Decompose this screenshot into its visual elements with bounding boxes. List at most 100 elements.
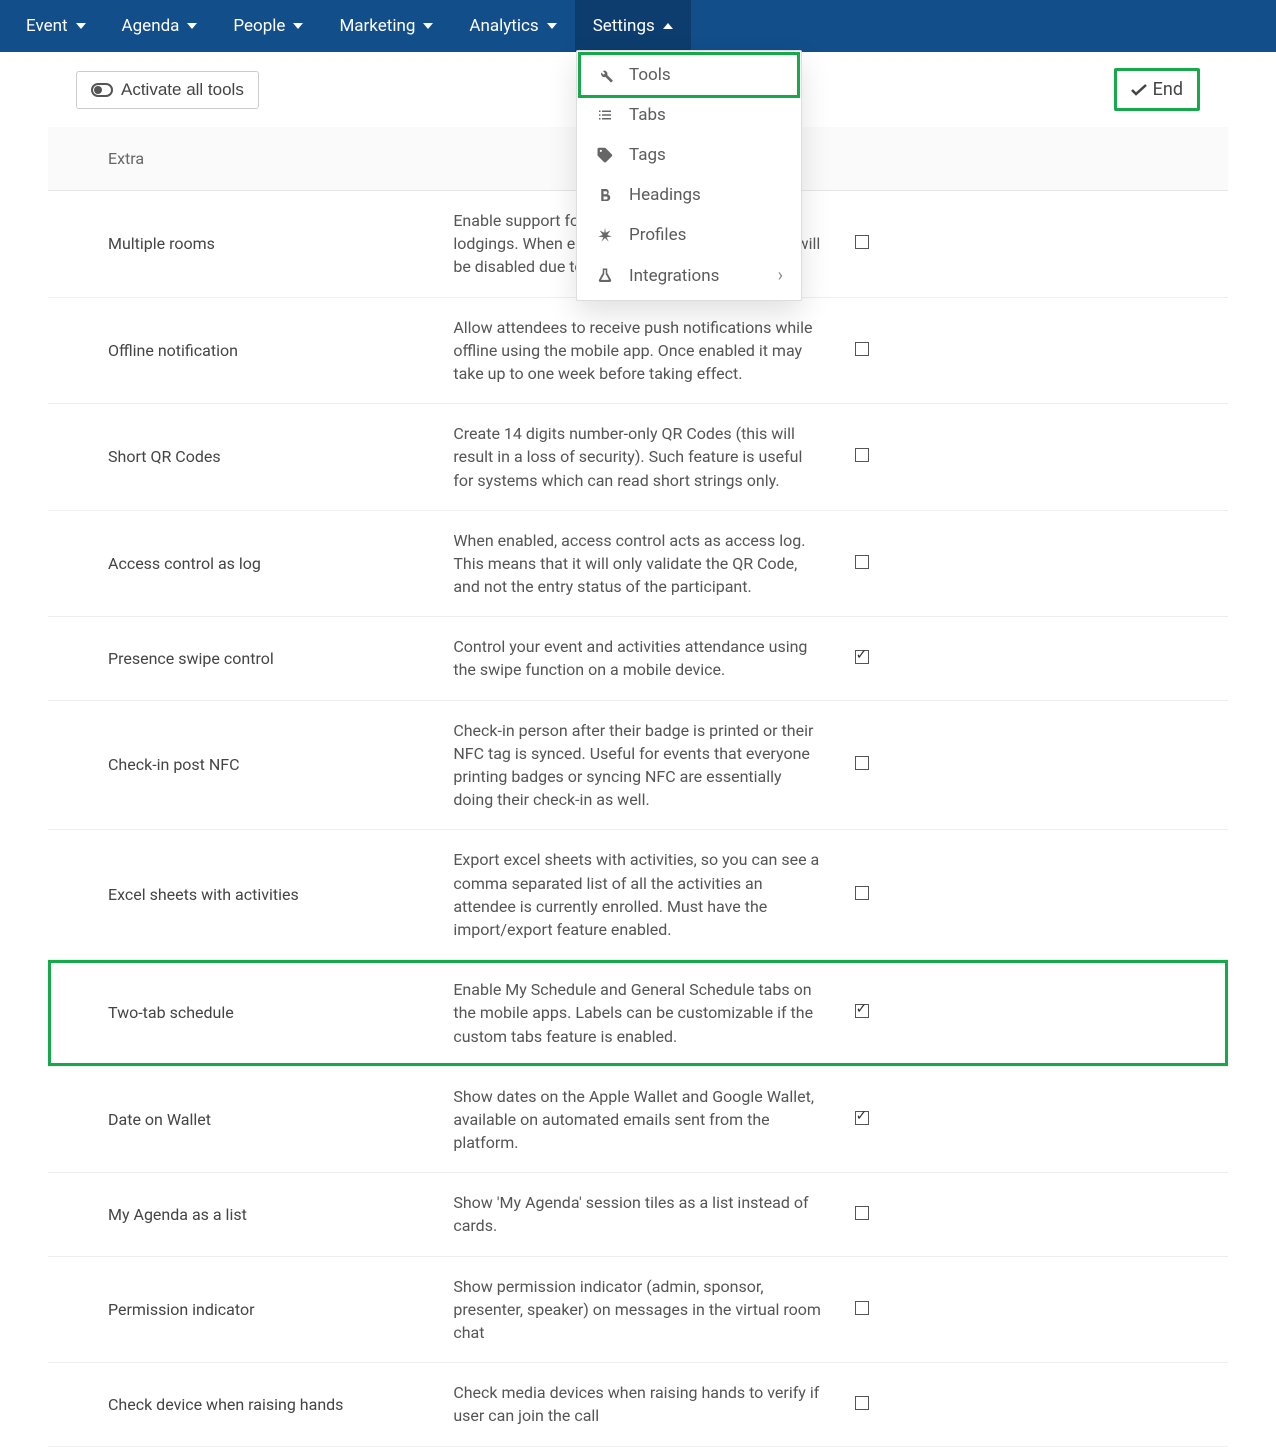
- checkbox[interactable]: [855, 448, 869, 462]
- table-row: Check-in post NFCCheck-in person after t…: [48, 700, 1228, 830]
- checkbox[interactable]: [855, 1206, 869, 1220]
- table-row: Date on WalletShow dates on the Apple Wa…: [48, 1066, 1228, 1173]
- feature-checkbox-cell: [835, 617, 1228, 700]
- feature-description: Check-in person after their badge is pri…: [441, 700, 834, 830]
- dropdown-item-label: Tools: [629, 65, 671, 85]
- chevron-down-icon: [423, 23, 433, 29]
- checkbox[interactable]: [855, 555, 869, 569]
- feature-checkbox-cell: [835, 700, 1228, 830]
- list-icon: [595, 106, 615, 124]
- nav-item-analytics[interactable]: Analytics: [451, 0, 574, 52]
- feature-checkbox-cell: [835, 297, 1228, 404]
- button-label: Activate all tools: [121, 80, 244, 100]
- activate-all-tools-button[interactable]: Activate all tools: [76, 71, 259, 109]
- dropdown-item-tags[interactable]: Tags: [581, 135, 797, 175]
- feature-description: Export excel sheets with activities, so …: [441, 830, 834, 960]
- table-row: Short QR CodesCreate 14 digits number-on…: [48, 404, 1228, 511]
- feature-name: Permission indicator: [48, 1256, 441, 1363]
- table-row: Permission indicatorShow permission indi…: [48, 1256, 1228, 1363]
- feature-checkbox-cell: [835, 1066, 1228, 1173]
- tag-icon: [595, 146, 615, 164]
- asterisk-icon: [595, 226, 615, 244]
- feature-name: Multiple rooms: [48, 191, 441, 298]
- feature-description: Check media devices when raising hands t…: [441, 1363, 834, 1446]
- feature-name: Presence swipe control: [48, 617, 441, 700]
- end-button[interactable]: End: [1119, 73, 1195, 106]
- end-button-highlight: End: [1114, 68, 1200, 111]
- dropdown-item-tools[interactable]: Tools: [581, 55, 797, 95]
- feature-checkbox-cell: [835, 1256, 1228, 1363]
- chevron-right-icon: ›: [778, 265, 783, 286]
- feature-name: Access control as log: [48, 510, 441, 617]
- feature-name: Date on Wallet: [48, 1066, 441, 1173]
- checkbox[interactable]: [855, 342, 869, 356]
- checkbox[interactable]: [855, 1396, 869, 1410]
- chevron-up-icon: [663, 23, 673, 29]
- checkbox[interactable]: [855, 886, 869, 900]
- toggle-icon: [91, 83, 113, 97]
- checkbox[interactable]: [855, 235, 869, 249]
- content-area: Activate all tools End Extra Multiple ro…: [0, 52, 1276, 1447]
- dropdown-item-label: Headings: [629, 185, 701, 205]
- feature-checkbox-cell: [835, 1363, 1228, 1446]
- feature-checkbox-cell: [835, 830, 1228, 960]
- top-navbar: Event Agenda People Marketing Analytics …: [0, 0, 1276, 52]
- dropdown-item-tabs[interactable]: Tabs: [581, 95, 797, 135]
- dropdown-item-label: Tags: [629, 145, 666, 165]
- tools-table: Extra Multiple roomsEnable support for a…: [48, 127, 1228, 1447]
- feature-description: Show dates on the Apple Wallet and Googl…: [441, 1066, 834, 1173]
- feature-checkbox-cell: [835, 960, 1228, 1067]
- dropdown-item-label: Integrations: [629, 266, 719, 286]
- dropdown-item-profiles[interactable]: Profiles: [581, 215, 797, 255]
- feature-description: Show 'My Agenda' session tiles as a list…: [441, 1173, 834, 1256]
- table-row: Offline notificationAllow attendees to r…: [48, 297, 1228, 404]
- table-row: Excel sheets with activitiesExport excel…: [48, 830, 1228, 960]
- nav-item-agenda[interactable]: Agenda: [104, 0, 216, 52]
- feature-description: Enable My Schedule and General Schedule …: [441, 960, 834, 1067]
- feature-name: Check-in post NFC: [48, 700, 441, 830]
- nav-label: Marketing: [339, 16, 415, 36]
- checkbox[interactable]: [855, 1301, 869, 1315]
- table-row: Two-tab scheduleEnable My Schedule and G…: [48, 960, 1228, 1067]
- settings-dropdown: Tools Tabs Tags Headings Profiles Integration…: [576, 50, 802, 301]
- feature-name: Offline notification: [48, 297, 441, 404]
- table-row: Access control as logWhen enabled, acces…: [48, 510, 1228, 617]
- feature-name: Short QR Codes: [48, 404, 441, 511]
- feature-name: Excel sheets with activities: [48, 830, 441, 960]
- check-icon: [1131, 84, 1147, 96]
- button-label: End: [1153, 79, 1183, 100]
- dropdown-item-label: Profiles: [629, 225, 686, 245]
- checkbox[interactable]: [855, 1111, 869, 1125]
- checkbox[interactable]: [855, 650, 869, 664]
- feature-checkbox-cell: [835, 1173, 1228, 1256]
- table-row: My Agenda as a listShow 'My Agenda' sess…: [48, 1173, 1228, 1256]
- feature-description: Allow attendees to receive push notifica…: [441, 297, 834, 404]
- feature-checkbox-cell: [835, 404, 1228, 511]
- chevron-down-icon: [293, 23, 303, 29]
- table-row: Presence swipe controlControl your event…: [48, 617, 1228, 700]
- feature-description: Show permission indicator (admin, sponso…: [441, 1256, 834, 1363]
- nav-item-event[interactable]: Event: [8, 0, 104, 52]
- feature-checkbox-cell: [835, 191, 1228, 298]
- nav-item-marketing[interactable]: Marketing: [321, 0, 451, 52]
- bold-icon: [595, 186, 615, 204]
- feature-description: When enabled, access control acts as acc…: [441, 510, 834, 617]
- nav-label: People: [233, 16, 285, 36]
- nav-item-settings[interactable]: Settings: [575, 0, 691, 52]
- dropdown-item-integrations[interactable]: Integrations ›: [581, 255, 797, 296]
- feature-name: My Agenda as a list: [48, 1173, 441, 1256]
- table-row: Check device when raising handsCheck med…: [48, 1363, 1228, 1446]
- flask-icon: [595, 267, 615, 285]
- nav-label: Event: [26, 16, 68, 36]
- wrench-icon: [595, 66, 615, 84]
- chevron-down-icon: [76, 23, 86, 29]
- nav-item-people[interactable]: People: [215, 0, 321, 52]
- checkbox[interactable]: [855, 1004, 869, 1018]
- nav-label: Analytics: [469, 16, 538, 36]
- dropdown-item-label: Tabs: [629, 105, 666, 125]
- chevron-down-icon: [187, 23, 197, 29]
- checkbox[interactable]: [855, 756, 869, 770]
- dropdown-item-headings[interactable]: Headings: [581, 175, 797, 215]
- feature-name: Two-tab schedule: [48, 960, 441, 1067]
- feature-name: Check device when raising hands: [48, 1363, 441, 1446]
